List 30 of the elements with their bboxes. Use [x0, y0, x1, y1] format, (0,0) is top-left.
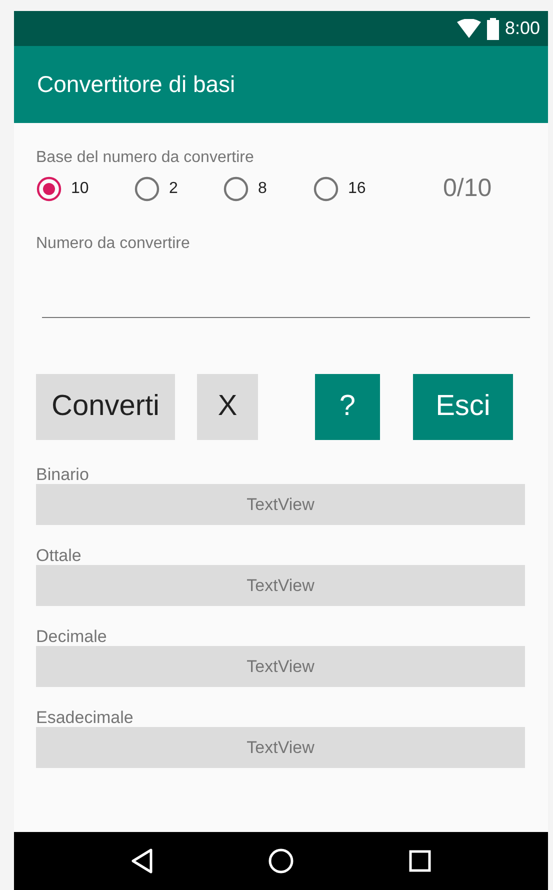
result-label: Ottale [36, 545, 82, 567]
radio-button[interactable] [313, 176, 339, 202]
result-text-view: TextView [36, 727, 525, 768]
radio-label[interactable]: 16 [348, 177, 366, 201]
result-label: Binario [36, 464, 90, 486]
result-text-view: TextView [36, 565, 525, 606]
result-label: Decimale [36, 626, 108, 648]
battery-icon [486, 18, 499, 40]
radio-label[interactable]: 2 [169, 177, 178, 201]
status-time: 8:00 [504, 17, 540, 40]
action-button[interactable]: Esci [413, 374, 513, 440]
button[interactable]: Converti [36, 374, 175, 440]
button[interactable]: X [197, 374, 258, 440]
app-title: Convertitore di basi [37, 70, 236, 100]
wifi-icon [456, 18, 481, 38]
radio-button[interactable] [223, 176, 249, 202]
result-text-view: TextView [36, 646, 525, 687]
field-label: Base del numero da convertire [36, 148, 255, 168]
back-icon[interactable] [131, 848, 154, 874]
radio-label[interactable]: 8 [258, 177, 267, 201]
character-counter: 0/10 [443, 173, 492, 204]
action-button[interactable]: ? [315, 374, 380, 440]
recents-icon[interactable] [408, 850, 431, 872]
radio-button[interactable] [36, 176, 62, 202]
home-icon[interactable] [268, 848, 294, 874]
result-label: Esadecimale [36, 707, 134, 729]
radio-label[interactable]: 10 [71, 177, 89, 201]
field-label: Numero da convertire [36, 234, 191, 254]
result-text-view: TextView [36, 484, 525, 525]
radio-button[interactable] [134, 176, 160, 202]
